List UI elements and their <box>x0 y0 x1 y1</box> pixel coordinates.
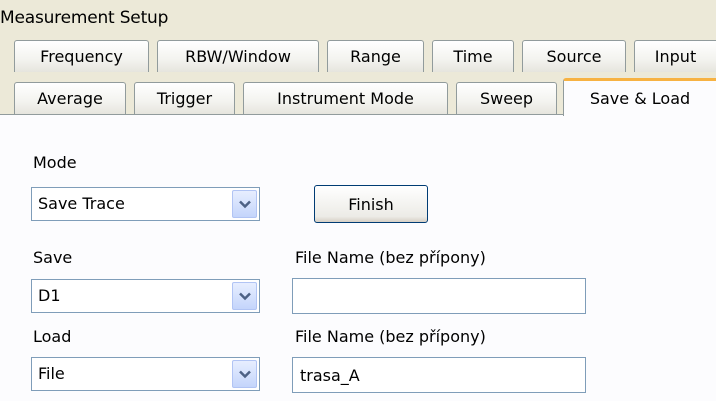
tab-instrument-mode[interactable]: Instrument Mode <box>243 82 448 114</box>
save-load-panel: Mode Save Trace Finish Save File Name (b… <box>0 114 716 401</box>
tab-average[interactable]: Average <box>14 82 126 114</box>
tab-rbw-window[interactable]: RBW/Window <box>157 40 319 72</box>
tab-label: Average <box>37 89 103 108</box>
save-file-name-input[interactable] <box>292 278 586 314</box>
tab-range[interactable]: Range <box>327 40 424 72</box>
tab-label: Sweep <box>479 89 534 108</box>
tab-source[interactable]: Source <box>522 40 626 72</box>
mode-select[interactable]: Save Trace <box>31 187 260 221</box>
dropdown-button[interactable] <box>232 282 257 310</box>
tab-label: RBW/Window <box>185 47 291 66</box>
tab-label: Source <box>546 47 602 66</box>
save-label: Save <box>33 248 73 267</box>
load-file-name-label: File Name (bez přípony) <box>295 327 486 346</box>
mode-label: Mode <box>33 153 77 172</box>
save-file-name-label: File Name (bez přípony) <box>295 248 486 267</box>
dropdown-button[interactable] <box>232 360 257 388</box>
tab-sweep[interactable]: Sweep <box>456 82 557 114</box>
finish-button[interactable]: Finish <box>314 185 428 223</box>
load-select[interactable]: File <box>31 357 260 391</box>
mode-select-value: Save Trace <box>38 194 125 213</box>
tab-label: Save & Load <box>589 89 691 108</box>
tab-time[interactable]: Time <box>432 40 514 72</box>
tab-input[interactable]: Input <box>634 40 716 72</box>
dropdown-button[interactable] <box>232 190 257 218</box>
tab-label: Input <box>654 47 697 66</box>
tab-label: Range <box>350 47 401 66</box>
save-select-value: D1 <box>38 286 61 305</box>
tab-label: Time <box>453 47 493 66</box>
chevron-down-icon <box>238 370 251 378</box>
chevron-down-icon <box>238 292 251 300</box>
chevron-down-icon <box>238 200 251 208</box>
tab-frequency[interactable]: Frequency <box>14 40 149 72</box>
load-label: Load <box>33 327 72 346</box>
save-select[interactable]: D1 <box>31 279 260 313</box>
tab-label: Instrument Mode <box>277 89 414 108</box>
tab-label: Frequency <box>40 47 123 66</box>
tab-trigger[interactable]: Trigger <box>134 82 235 114</box>
window-title: Measurement Setup <box>0 8 169 28</box>
load-file-name-input[interactable] <box>292 357 586 393</box>
load-select-value: File <box>38 364 65 383</box>
tab-label: Trigger <box>156 89 213 108</box>
tab-save-load[interactable]: Save & Load <box>563 78 716 116</box>
